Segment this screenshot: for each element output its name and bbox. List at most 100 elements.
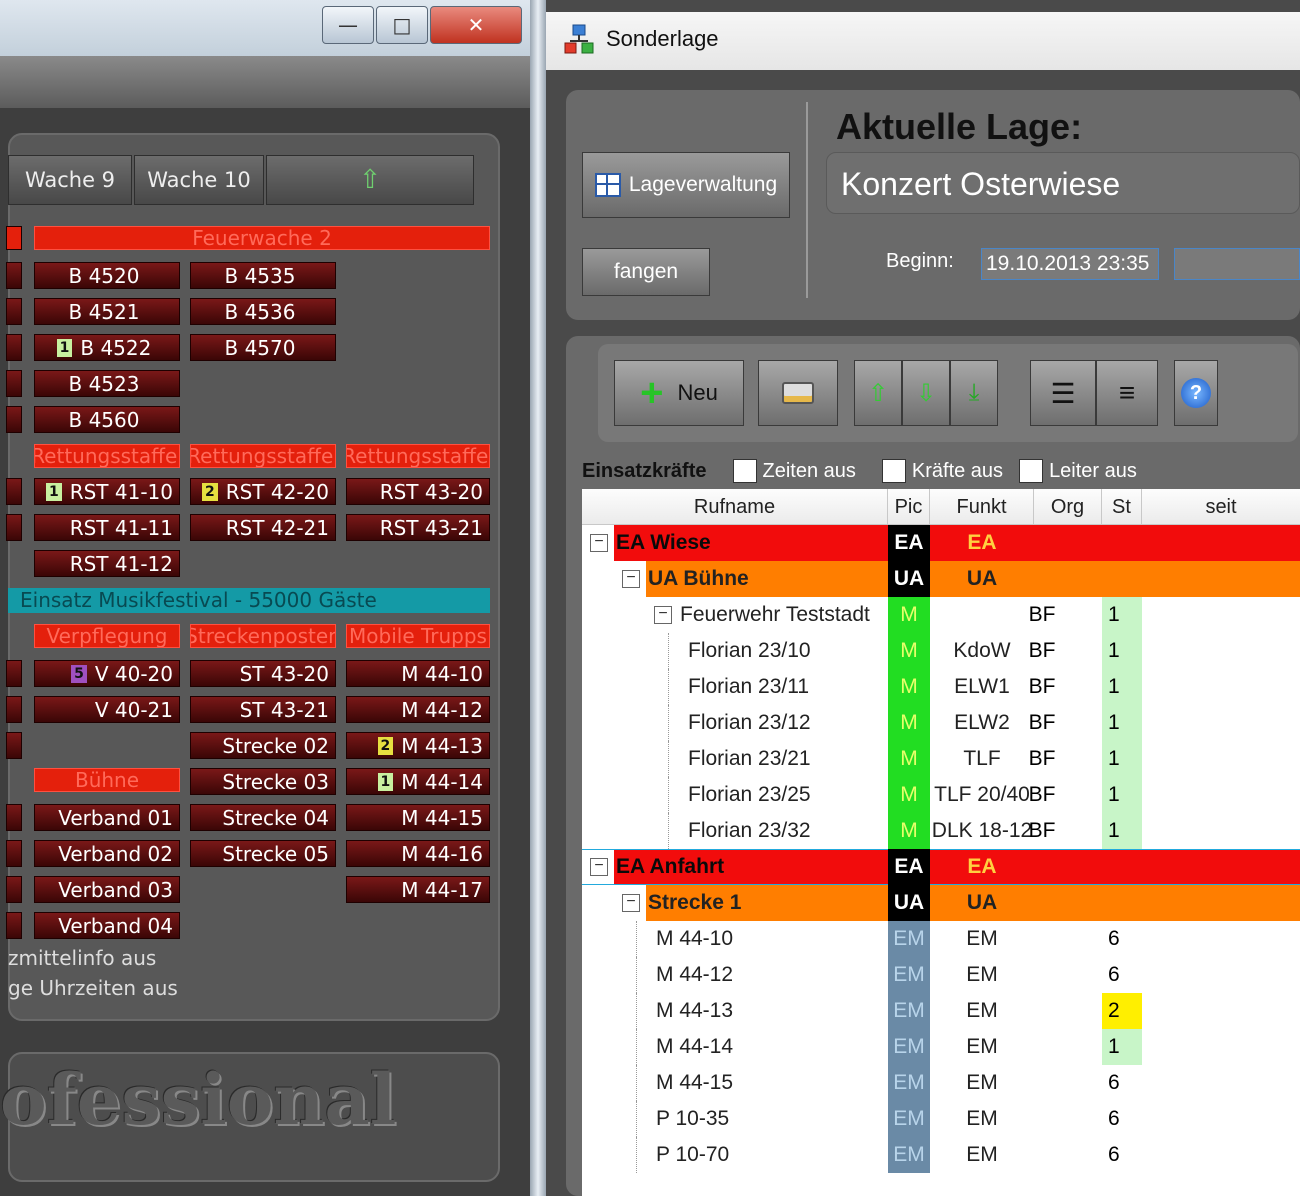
expand-toggle-icon[interactable]: − — [654, 606, 672, 624]
fangen-button[interactable]: fangen — [582, 248, 710, 296]
unit-stub[interactable] — [6, 840, 22, 867]
unit-button[interactable]: V 40-21 — [34, 696, 180, 723]
grid-row[interactable]: Florian 23/12 M ELW2 BF 1 — [582, 705, 1300, 741]
unit-button[interactable]: 1 RST 41-10 — [34, 478, 180, 505]
grid-row[interactable]: P 10-35 EM EM 6 — [582, 1101, 1300, 1137]
unit-stub[interactable] — [6, 912, 22, 939]
unit-button[interactable]: Verband 04 — [34, 912, 180, 939]
grid-row[interactable]: M 44-12 EM EM 6 — [582, 957, 1300, 993]
unit-button[interactable]: Strecke 04 — [190, 804, 336, 831]
unit-button[interactable]: RST 42-21 — [190, 514, 336, 541]
beginn-field[interactable]: 19.10.2013 23:35 — [981, 248, 1159, 280]
unit-button[interactable]: Strecke 02 — [190, 732, 336, 759]
unit-stub[interactable] — [6, 262, 22, 289]
unit-stub[interactable] — [6, 696, 22, 723]
unit-button[interactable]: M 44-12 — [346, 696, 490, 723]
lage-name-field[interactable]: Konzert Osterwiese — [826, 152, 1300, 214]
option-line-1[interactable]: zmittelinfo aus — [8, 946, 156, 970]
expand-toggle-icon[interactable]: − — [590, 858, 608, 876]
tab-upload[interactable]: ⇧ — [266, 155, 474, 205]
unit-button[interactable]: Strecke 03 — [190, 768, 336, 795]
move-up-button[interactable]: ⇧ — [854, 360, 902, 426]
unit-button[interactable]: 2 M 44-13 — [346, 732, 490, 759]
unit-button[interactable]: 1 M 44-14 — [346, 768, 490, 795]
unit-button[interactable]: Verband 02 — [34, 840, 180, 867]
help-button[interactable]: ? — [1174, 360, 1218, 426]
grid-row[interactable]: − EA Anfahrt EA EA — [582, 849, 1300, 885]
lageverwaltung-button[interactable]: Lageverwaltung — [582, 152, 790, 218]
col-pic[interactable]: Pic — [888, 489, 930, 525]
grid-row[interactable]: − Strecke 1 UA UA — [582, 885, 1300, 921]
unit-stub[interactable] — [6, 298, 22, 325]
unit-button[interactable]: RST 41-11 — [34, 514, 180, 541]
unit-button[interactable]: 1 B 4522 — [34, 334, 180, 361]
unit-button[interactable]: Strecke 05 — [190, 840, 336, 867]
tab-wache-10[interactable]: Wache 10 — [134, 155, 264, 205]
unit-button[interactable]: B 4535 — [190, 262, 336, 289]
grid-row[interactable]: − EA Wiese EA EA — [582, 525, 1300, 561]
unit-button[interactable]: 2 RST 42-20 — [190, 478, 336, 505]
unit-button[interactable]: Verband 03 — [34, 876, 180, 903]
minimize-button[interactable]: — — [322, 6, 374, 44]
unit-button[interactable]: B 4523 — [34, 370, 180, 397]
close-button[interactable]: ✕ — [430, 6, 522, 44]
unit-button[interactable]: B 4536 — [190, 298, 336, 325]
grid-row[interactable]: Florian 23/10 M KdoW BF 1 — [582, 633, 1300, 669]
unit-stub[interactable] — [6, 406, 22, 433]
unit-button[interactable]: B 4570 — [190, 334, 336, 361]
tab-wache-9[interactable]: Wache 9 — [8, 155, 132, 205]
grid-row[interactable]: Florian 23/11 M ELW1 BF 1 — [582, 669, 1300, 705]
unit-button[interactable]: M 44-17 — [346, 876, 490, 903]
unit-stub[interactable] — [6, 334, 22, 361]
unit-stub[interactable] — [6, 660, 22, 687]
unit-stub[interactable] — [6, 804, 22, 831]
tree-view-button[interactable]: ☰ — [1030, 360, 1096, 426]
unit-button[interactable]: B 4520 — [34, 262, 180, 289]
zeiten-aus-checkbox[interactable] — [732, 459, 757, 483]
unit-button[interactable]: 5 V 40-20 — [34, 660, 180, 687]
unit-button[interactable]: M 44-16 — [346, 840, 490, 867]
grid-row[interactable]: M 44-15 EM EM 6 — [582, 1065, 1300, 1101]
grid-row[interactable]: M 44-13 EM EM 2 — [582, 993, 1300, 1029]
option-line-2[interactable]: ge Uhrzeiten aus — [8, 976, 178, 1000]
unit-button[interactable]: B 4521 — [34, 298, 180, 325]
unit-stub[interactable] — [6, 876, 22, 903]
print-button[interactable] — [758, 360, 838, 426]
move-down-button[interactable]: ⇩ — [902, 360, 950, 426]
col-rufname[interactable]: Rufname — [582, 489, 888, 525]
grid-row[interactable]: M 44-10 EM EM 6 — [582, 921, 1300, 957]
grid-row[interactable]: M 44-14 EM EM 1 — [582, 1029, 1300, 1065]
unit-stub[interactable] — [6, 370, 22, 397]
list-view-button[interactable]: ≡ — [1096, 360, 1158, 426]
import-button[interactable]: ⤓ — [950, 360, 998, 426]
unit-button[interactable]: B 4560 — [34, 406, 180, 433]
unit-button[interactable]: M 44-15 — [346, 804, 490, 831]
expand-toggle-icon[interactable]: − — [622, 570, 640, 588]
unit-stub[interactable] — [6, 478, 22, 505]
unit-button[interactable]: RST 43-20 — [346, 478, 490, 505]
leiter-aus-checkbox[interactable] — [1019, 459, 1044, 483]
grid-row[interactable]: Florian 23/21 M TLF BF 1 — [582, 741, 1300, 777]
grid-row[interactable]: Florian 23/25 M TLF 20/40 BF 1 — [582, 777, 1300, 813]
neu-button[interactable]: + Neu — [614, 360, 744, 426]
end-field[interactable] — [1174, 248, 1300, 280]
expand-toggle-icon[interactable]: − — [590, 534, 608, 552]
unit-button[interactable]: RST 43-21 — [346, 514, 490, 541]
unit-button[interactable]: M 44-10 — [346, 660, 490, 687]
col-st[interactable]: St — [1102, 489, 1142, 525]
grid-row[interactable]: − Feuerwehr Teststadt M BF 1 — [582, 597, 1300, 633]
grid-row[interactable]: P 10-70 EM EM 6 — [582, 1137, 1300, 1173]
col-seit[interactable]: seit — [1142, 489, 1300, 525]
kraefte-aus-checkbox[interactable] — [881, 459, 906, 483]
unit-button[interactable]: RST 41-12 — [34, 550, 180, 577]
maximize-button[interactable]: □ — [376, 6, 428, 44]
col-org[interactable]: Org — [1034, 489, 1102, 525]
grid-row[interactable]: Florian 23/32 M DLK 18-12 BF 1 — [582, 813, 1300, 849]
unit-stub[interactable] — [6, 732, 22, 759]
expand-toggle-icon[interactable]: − — [622, 894, 640, 912]
unit-button[interactable]: ST 43-20 — [190, 660, 336, 687]
unit-button[interactable]: Verband 01 — [34, 804, 180, 831]
grid-row[interactable]: − UA Bühne UA UA — [582, 561, 1300, 597]
unit-button[interactable]: ST 43-21 — [190, 696, 336, 723]
col-funkt[interactable]: Funkt — [930, 489, 1034, 525]
